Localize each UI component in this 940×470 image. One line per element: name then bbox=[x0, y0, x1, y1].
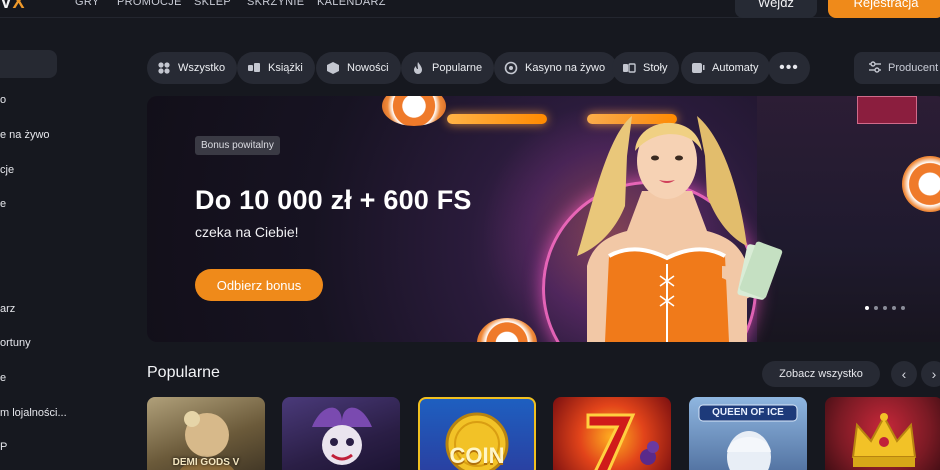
sidebar-item-fortune[interactable]: ortuny bbox=[0, 337, 31, 349]
register-button[interactable]: Rejestracja bbox=[828, 0, 940, 18]
game-title: DEMI GODS V bbox=[172, 457, 240, 468]
sidebar-item-calendar[interactable]: arz bbox=[0, 303, 15, 315]
carousel-dot[interactable] bbox=[892, 306, 896, 310]
filter-chip-new[interactable]: Nowości bbox=[316, 52, 401, 84]
sidebar-item-7[interactable]: e bbox=[0, 372, 6, 384]
carousel-dot[interactable] bbox=[865, 306, 869, 310]
login-button[interactable]: Wejdź bbox=[735, 0, 817, 18]
game-title: COIN bbox=[449, 443, 505, 468]
sidebar-item-promotions[interactable]: cje bbox=[0, 164, 14, 176]
book-icon bbox=[247, 61, 261, 75]
sidebar-item-0[interactable]: o bbox=[0, 94, 6, 106]
chevron-left-icon[interactable]: ‹ bbox=[891, 361, 917, 387]
tables-icon bbox=[622, 61, 636, 75]
game-tile-demi-gods[interactable]: DEMI GODS V bbox=[147, 397, 265, 470]
casino-chip-image bbox=[382, 96, 446, 126]
see-all-button[interactable]: Zobacz wszystko bbox=[762, 361, 880, 387]
sidebar-search[interactable] bbox=[0, 50, 57, 78]
game-art bbox=[586, 413, 659, 470]
top-bar: VX GRY PROMOCJE SKLEP SKRZYNIE KALENDARZ… bbox=[0, 0, 940, 18]
section-title-popular: Popularne bbox=[147, 364, 220, 381]
sidebar: o e na żywo cje e arz ortuny e m lojalno… bbox=[0, 19, 118, 470]
sidebar-item-3[interactable]: e bbox=[0, 198, 6, 210]
carousel-dot[interactable] bbox=[883, 306, 887, 310]
new-icon bbox=[326, 61, 340, 75]
game-tile-queen-of-ice[interactable]: QUEEN OF ICE bbox=[689, 397, 807, 470]
filter-chip-books[interactable]: Książki bbox=[237, 52, 315, 84]
sidebar-item-loyalty[interactable]: m lojalności... bbox=[0, 407, 67, 419]
carousel-dot[interactable] bbox=[874, 306, 878, 310]
game-tile-jester[interactable] bbox=[282, 397, 400, 470]
banner-subline: czeka na Ciebie! bbox=[195, 224, 299, 240]
filter-chip-live-casino[interactable]: Kasyno na żywo bbox=[494, 52, 618, 84]
ceiling-lamp bbox=[447, 114, 547, 124]
filter-chip-slots[interactable]: Automaty bbox=[681, 52, 771, 84]
nav-item-promotions[interactable]: PROMOCJE bbox=[117, 0, 182, 8]
nav-item-chests[interactable]: SKRZYNIE bbox=[247, 0, 304, 8]
producer-filter-button[interactable]: Producent bbox=[854, 52, 940, 84]
game-art bbox=[312, 407, 372, 465]
sidebar-item-vip[interactable]: P bbox=[0, 441, 7, 453]
game-art bbox=[851, 413, 917, 467]
promo-banner[interactable]: Bonus powitalny Do 10 000 zł + 600 FS cz… bbox=[147, 96, 940, 342]
carousel-dots bbox=[865, 306, 905, 310]
filter-chip-all[interactable]: Wszystko bbox=[147, 52, 238, 84]
filter-chip-popular[interactable]: Popularne bbox=[401, 52, 495, 84]
nav-item-games[interactable]: GRY bbox=[75, 0, 100, 8]
claim-bonus-button[interactable]: Odbierz bonus bbox=[195, 269, 323, 301]
banner-headline: Do 10 000 zł + 600 FS bbox=[195, 185, 472, 215]
sliders-icon bbox=[868, 60, 882, 77]
filter-chip-tables[interactable]: Stoły bbox=[612, 52, 680, 84]
game-tile-sevens[interactable] bbox=[553, 397, 671, 470]
carousel-dot[interactable] bbox=[901, 306, 905, 310]
promo-badge: Bonus powitalny bbox=[195, 136, 280, 155]
slots-icon bbox=[691, 61, 705, 75]
fire-icon bbox=[411, 61, 425, 75]
game-tile-crown[interactable] bbox=[825, 397, 940, 470]
neon-sign bbox=[857, 96, 917, 124]
logo[interactable]: VX bbox=[0, 0, 25, 13]
hostess-illustration bbox=[577, 116, 783, 342]
nav-item-calendar[interactable]: KALENDARZ bbox=[317, 0, 386, 8]
game-title: QUEEN OF ICE bbox=[712, 407, 784, 418]
game-tile-coin[interactable]: COIN bbox=[418, 397, 536, 470]
more-filters-button[interactable]: ••• bbox=[768, 52, 810, 84]
live-casino-icon bbox=[504, 61, 518, 75]
sidebar-item-live-casino[interactable]: e na żywo bbox=[0, 129, 50, 141]
chevron-right-icon[interactable]: › bbox=[921, 361, 940, 387]
nav-item-shop[interactable]: SKLEP bbox=[194, 0, 231, 8]
all-icon bbox=[157, 61, 171, 75]
